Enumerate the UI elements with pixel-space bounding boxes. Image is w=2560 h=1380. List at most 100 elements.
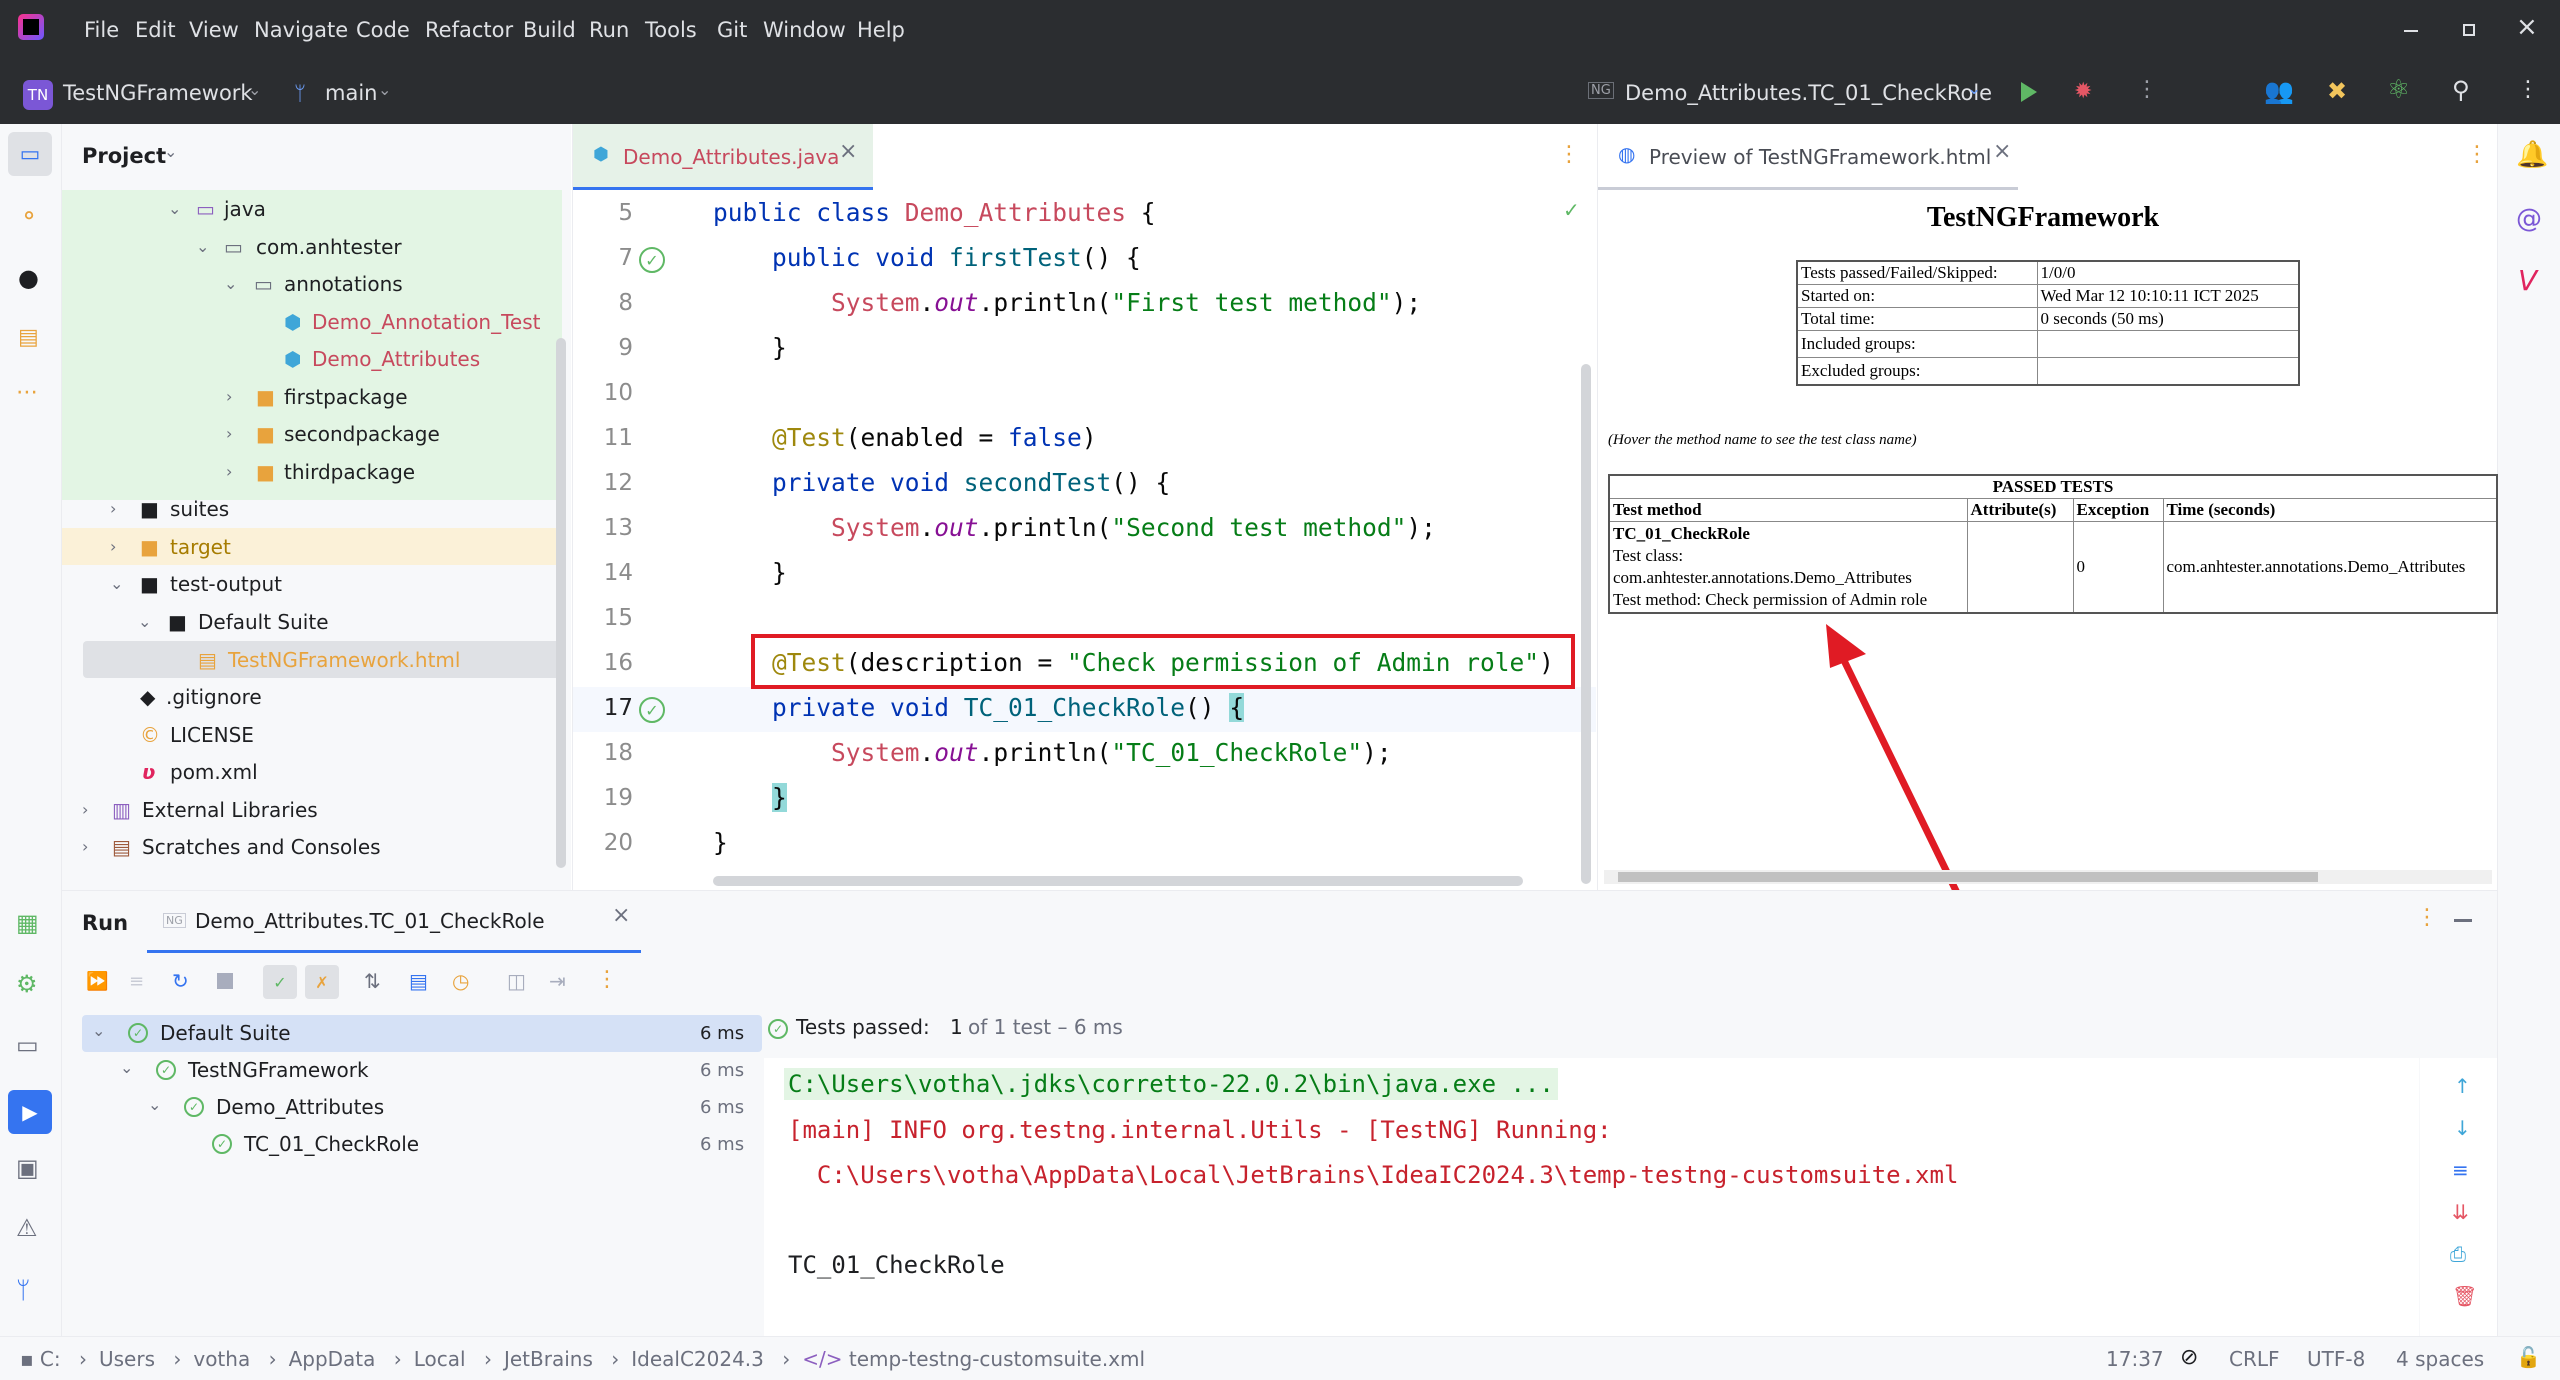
breadcrumb-item[interactable]: C:	[40, 1347, 61, 1371]
test-tree-item[interactable]: ✓ TC_01_CheckRole 6 ms	[82, 1126, 762, 1163]
preview-more-icon[interactable]: ⋮	[2466, 142, 2488, 167]
menu-run[interactable]: Run	[589, 18, 629, 42]
search-icon[interactable]: ⚲	[2452, 76, 2470, 104]
restore-icon[interactable]	[2463, 24, 2475, 36]
settings-more-icon[interactable]: ⋮	[2517, 77, 2539, 102]
tree-item-test-output[interactable]: ⌄ ■ test-output	[62, 565, 562, 602]
debug-icon[interactable]: ✹	[2074, 79, 2092, 104]
test-passed-gutter-icon[interactable]: ✓	[639, 247, 665, 273]
plugins-icon[interactable]: ▦	[16, 909, 39, 937]
tree-item-firstpackage[interactable]: › ■ firstpackage	[62, 378, 562, 415]
import-tests-icon[interactable]: ▤	[409, 969, 428, 993]
menu-build[interactable]: Build	[523, 18, 576, 42]
copilot-disabled-icon[interactable]: ⊘	[2180, 1345, 2198, 1370]
editor-h-scrollbar[interactable]	[713, 876, 1523, 886]
breadcrumb-item[interactable]: JetBrains	[504, 1347, 593, 1371]
tree-item-pom-xml[interactable]: ʋ pom.xml	[62, 753, 562, 790]
github-icon[interactable]: ●	[18, 264, 39, 292]
close-window-icon[interactable]: ×	[2516, 12, 2538, 42]
breadcrumb-item[interactable]: IdealC2024.3	[631, 1347, 764, 1371]
print-icon[interactable]: ⎙	[2450, 1242, 2466, 1266]
scroll-to-end-icon[interactable]: ⇊	[2452, 1200, 2469, 1224]
tree-item-testngframework-html[interactable]: ▤ TestNGFramework.html	[62, 641, 562, 678]
soft-wrap-icon[interactable]: ≡	[2452, 1158, 2469, 1182]
vue-plugin-icon[interactable]: V	[2518, 264, 2537, 297]
test-passed-gutter-icon[interactable]: ✓	[639, 697, 665, 723]
breadcrumb-item[interactable]: AppData	[289, 1347, 376, 1371]
tree-item-license[interactable]: © LICENSE	[62, 716, 562, 753]
show-ignored-icon[interactable]: ✗	[305, 965, 339, 999]
run-tool-icon[interactable]: ▶	[8, 1090, 52, 1134]
test-tree-item[interactable]: ⌄ ✓ Default Suite 6 ms	[82, 1015, 762, 1052]
editor-tab[interactable]: ⬢ Demo_Attributes.java ×	[573, 124, 873, 190]
run-config-selector[interactable]: Demo_Attributes.TC_01_CheckRole	[1625, 81, 1992, 105]
problems-icon[interactable]: ⚠	[16, 1214, 38, 1242]
test-tree-item[interactable]: ⌄ ✓ TestNGFramework 6 ms	[82, 1052, 762, 1089]
close-tab-icon[interactable]: ×	[839, 139, 857, 164]
toolbar-more-icon[interactable]: ⋮	[596, 967, 618, 992]
tree-item-target[interactable]: › ■ target	[62, 528, 562, 565]
file-encoding[interactable]: UTF-8	[2307, 1347, 2365, 1371]
run-icon[interactable]	[2021, 82, 2037, 102]
hide-panel-icon[interactable]	[2454, 919, 2472, 922]
tree-item-gitignore[interactable]: ◆ .gitignore	[62, 678, 562, 715]
menu-file[interactable]: File	[84, 18, 119, 42]
export-icon[interactable]: ⇥	[549, 969, 566, 993]
test-tree-item[interactable]: ⌄ ✓ Demo_Attributes 6 ms	[82, 1089, 762, 1126]
intellij-logo[interactable]	[18, 14, 44, 40]
preview-tab[interactable]: ◍ Preview of TestNGFramework.html ×	[1598, 124, 2018, 190]
cursor-position[interactable]: 17:37	[2106, 1347, 2164, 1371]
branch-selector[interactable]: main	[325, 81, 377, 105]
tree-item-demo-annotation-test[interactable]: ⬢ Demo_Annotation_Test	[62, 303, 562, 340]
ai-assistant-icon[interactable]: ⚛	[2387, 75, 2410, 105]
clear-all-icon[interactable]: 🗑	[2452, 1284, 2477, 1308]
menu-git[interactable]: Git	[717, 18, 747, 42]
run-panel-more-icon[interactable]: ⋮	[2416, 905, 2438, 930]
screenshot-icon[interactable]: ◫	[507, 969, 526, 993]
close-tab-icon[interactable]: ×	[1993, 139, 2011, 164]
project-tool-icon[interactable]: ▭	[8, 132, 52, 176]
rerun-icon[interactable]: ↻	[172, 969, 189, 993]
menu-edit[interactable]: Edit	[135, 18, 176, 42]
console-output[interactable]: C:\Users\votha\.jdks\corretto-22.0.2\bin…	[764, 1058, 2430, 1336]
indent-setting[interactable]: 4 spaces	[2396, 1347, 2484, 1371]
tree-item-demo-attributes[interactable]: ⬢ Demo_Attributes	[62, 340, 562, 377]
database-icon[interactable]: ▭	[16, 1031, 39, 1059]
menu-code[interactable]: Code	[356, 18, 410, 42]
breadcrumb-item[interactable]: votha	[193, 1347, 250, 1371]
tree-item-default-suite[interactable]: ⌄ ■ Default Suite	[62, 603, 562, 640]
tree-item-annotations[interactable]: ⌄ ▭ annotations	[62, 265, 562, 302]
tree-item-thirdpackage[interactable]: › ■ thirdpackage	[62, 453, 562, 490]
readonly-lock-icon[interactable]: 🔓	[2516, 1345, 2541, 1369]
tree-item-external-libraries[interactable]: › ▥ External Libraries	[62, 791, 562, 828]
preview-h-scrollbar[interactable]	[1618, 872, 2318, 882]
tree-item-com-anhtester[interactable]: ⌄ ▭ com.anhtester	[62, 228, 562, 265]
notifications-icon[interactable]: 🔔	[2516, 140, 2548, 170]
tree-item-secondpackage[interactable]: › ■ secondpackage	[62, 415, 562, 452]
run-tab[interactable]: NG Demo_Attributes.TC_01_CheckRole ×	[147, 891, 641, 953]
editor-tabs-more-icon[interactable]: ⋮	[1558, 142, 1580, 167]
line-separator[interactable]: CRLF	[2229, 1347, 2280, 1371]
more-vertical-icon[interactable]: ⋮	[2136, 77, 2158, 102]
code-with-me-icon[interactable]: 👥	[2264, 77, 2294, 105]
project-scrollbar[interactable]	[556, 338, 566, 868]
ai-chat-icon[interactable]: @	[2516, 204, 2542, 234]
scroll-up-icon[interactable]: ↑	[2454, 1074, 2471, 1098]
history-icon[interactable]: ◷	[452, 969, 469, 993]
editor-scrollbar[interactable]	[1581, 364, 1591, 884]
git-tool-icon[interactable]: ᛘ	[16, 1276, 30, 1304]
menu-navigate[interactable]: Navigate	[254, 18, 348, 42]
build-tools-icon[interactable]: ✖	[2327, 77, 2347, 105]
tree-item-suites[interactable]: › ■ suites	[62, 490, 562, 527]
menu-view[interactable]: View	[189, 18, 239, 42]
commit-tool-icon[interactable]: ⚬	[19, 202, 39, 230]
more-tools-icon[interactable]: ⋯	[16, 380, 38, 405]
stop-icon[interactable]	[217, 973, 233, 989]
tree-item-java[interactable]: ⌄ ▭ java	[62, 190, 562, 227]
sort-icon[interactable]: ⇅	[364, 969, 381, 993]
terminal-icon[interactable]: ▣	[16, 1154, 39, 1182]
scroll-down-icon[interactable]: ↓	[2454, 1116, 2471, 1140]
menu-tools[interactable]: Tools	[645, 18, 697, 42]
rerun-failed-icon[interactable]: ⏩	[86, 971, 108, 992]
services-icon[interactable]: ⚙	[16, 970, 38, 998]
